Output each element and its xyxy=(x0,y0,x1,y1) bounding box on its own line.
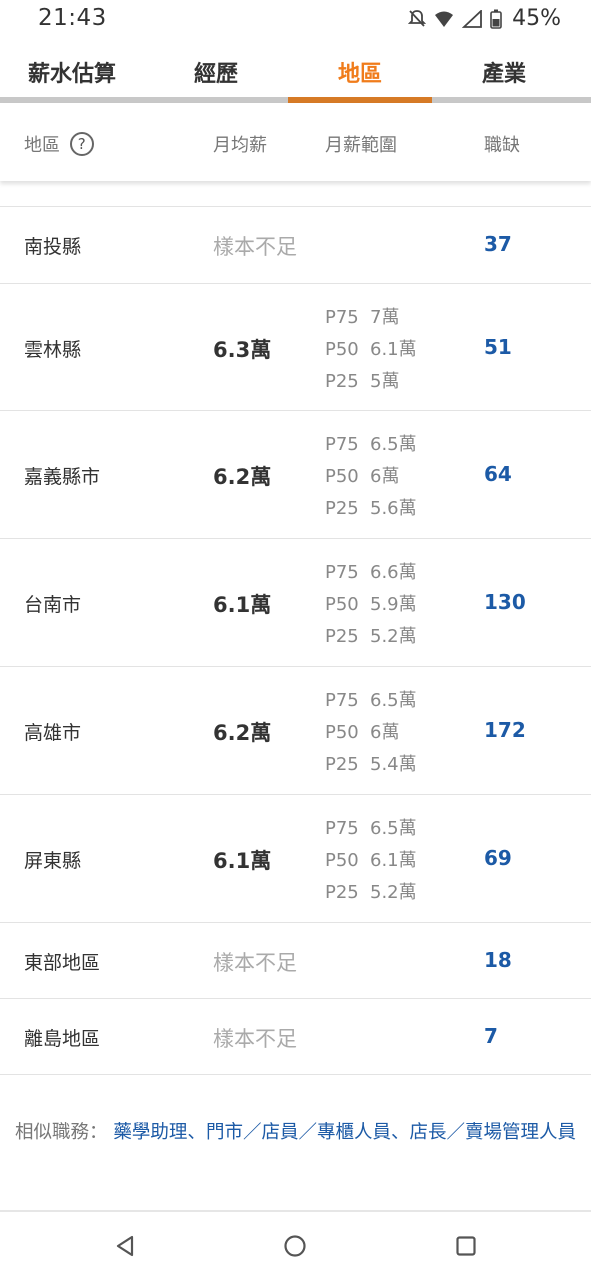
region-name: 東部地區 xyxy=(24,952,101,974)
p25-value: P25 5萬 xyxy=(325,371,400,392)
status-bar: 21:43 45% xyxy=(0,0,591,38)
openings-count[interactable]: 37 xyxy=(484,232,512,256)
header-avg-salary: 月均薪 xyxy=(213,135,267,156)
table-row[interactable]: 嘉義縣市 6.2萬 P75 6.5萬 P50 6萬 P25 5.6萬 64 xyxy=(0,411,591,539)
signal-icon xyxy=(462,9,482,28)
header-region-label: 地區 xyxy=(24,135,60,156)
status-icons: 45% xyxy=(408,6,561,31)
similar-jobs: 相似職務： 藥學助理、門市／店員／專櫃人員、店長／賣場管理人員 xyxy=(0,1118,591,1147)
recents-icon[interactable] xyxy=(454,1234,478,1258)
header-region: 地區 ? xyxy=(24,131,94,158)
p50-value: P50 5.9萬 xyxy=(325,594,417,615)
home-icon[interactable] xyxy=(283,1234,307,1258)
region-name: 嘉義縣市 xyxy=(24,466,101,488)
wifi-icon xyxy=(435,11,454,27)
p75-value: P75 6.5萬 xyxy=(325,818,417,839)
insufficient-sample: 樣本不足 xyxy=(213,235,297,259)
openings-count[interactable]: 18 xyxy=(484,948,512,972)
table-row[interactable]: 東部地區 樣本不足 18 xyxy=(0,923,591,999)
battery-percentage: 45% xyxy=(512,6,561,31)
notifications-off-icon xyxy=(408,9,427,27)
openings-count[interactable]: 130 xyxy=(484,590,526,614)
tab-region[interactable]: 地區 xyxy=(288,44,432,100)
openings-count[interactable]: 51 xyxy=(484,335,512,359)
table-row[interactable]: 離島地區 樣本不足 7 xyxy=(0,999,591,1075)
avg-salary: 6.3萬 xyxy=(213,338,272,362)
table-row[interactable]: 台南市 6.1萬 P75 6.6萬 P50 5.9萬 P25 5.2萬 130 xyxy=(0,539,591,667)
p50-value: P50 6.1萬 xyxy=(325,850,417,871)
avg-salary: 6.1萬 xyxy=(213,849,272,873)
header-salary-range: 月薪範圍 xyxy=(325,135,397,156)
table-row[interactable]: 南投縣 樣本不足 37 xyxy=(0,207,591,284)
p75-value: P75 7萬 xyxy=(325,307,400,328)
p25-value: P25 5.2萬 xyxy=(325,882,417,903)
similar-job-link[interactable]: 店長／賣場管理人員 xyxy=(409,1122,576,1143)
avg-salary: 6.1萬 xyxy=(213,593,272,617)
table-row[interactable]: 屏東縣 6.1萬 P75 6.5萬 P50 6.1萬 P25 5.2萬 69 xyxy=(0,795,591,923)
system-nav-bar xyxy=(0,1210,591,1282)
p25-value: P25 5.6萬 xyxy=(325,498,417,519)
similar-job-link[interactable]: 藥學助理 xyxy=(113,1122,187,1143)
openings-count[interactable]: 69 xyxy=(484,846,512,870)
p75-value: P75 6.5萬 xyxy=(325,690,417,711)
table-header: 地區 ? 月均薪 月薪範圍 職缺 xyxy=(0,103,591,181)
back-icon[interactable] xyxy=(113,1234,137,1258)
header-openings: 職缺 xyxy=(484,135,520,156)
p75-value: P75 6.6萬 xyxy=(325,562,417,583)
p50-value: P50 6萬 xyxy=(325,466,400,487)
p25-value: P25 5.4萬 xyxy=(325,754,417,775)
p50-value: P50 6萬 xyxy=(325,722,400,743)
region-name: 屏東縣 xyxy=(24,850,82,872)
similar-jobs-label: 相似職務： xyxy=(15,1122,108,1143)
p75-value: P75 6.5萬 xyxy=(325,434,417,455)
status-time: 21:43 xyxy=(38,5,107,31)
p25-value: P25 5.2萬 xyxy=(325,626,417,647)
tab-salary-estimate[interactable]: 薪水估算 xyxy=(0,44,144,100)
similar-job-link[interactable]: 門市／店員／專櫃人員 xyxy=(206,1122,391,1143)
region-name: 雲林縣 xyxy=(24,339,82,361)
table-row[interactable]: 高雄市 6.2萬 P75 6.5萬 P50 6萬 P25 5.4萬 172 xyxy=(0,667,591,795)
region-name: 台南市 xyxy=(24,594,82,616)
separator: 、 xyxy=(187,1122,206,1143)
table-row[interactable]: 雲林縣 6.3萬 P75 7萬 P50 6.1萬 P25 5萬 51 xyxy=(0,284,591,411)
table-row-partial xyxy=(0,181,591,207)
insufficient-sample: 樣本不足 xyxy=(213,951,297,975)
openings-count[interactable]: 64 xyxy=(484,462,512,486)
battery-icon xyxy=(490,9,502,29)
p50-value: P50 6.1萬 xyxy=(325,339,417,360)
insufficient-sample: 樣本不足 xyxy=(213,1027,297,1051)
region-name: 南投縣 xyxy=(24,236,82,258)
openings-count[interactable]: 7 xyxy=(484,1024,498,1048)
region-name: 高雄市 xyxy=(24,722,82,744)
tab-bar: 薪水估算 經歷 地區 產業 xyxy=(0,44,591,104)
region-name: 離島地區 xyxy=(24,1028,101,1050)
tab-experience[interactable]: 經歷 xyxy=(144,44,288,100)
openings-count[interactable]: 172 xyxy=(484,718,526,742)
tab-industry[interactable]: 產業 xyxy=(432,44,576,100)
separator: 、 xyxy=(390,1122,410,1143)
help-icon[interactable]: ? xyxy=(69,132,94,156)
avg-salary: 6.2萬 xyxy=(213,721,272,745)
avg-salary: 6.2萬 xyxy=(213,465,272,489)
